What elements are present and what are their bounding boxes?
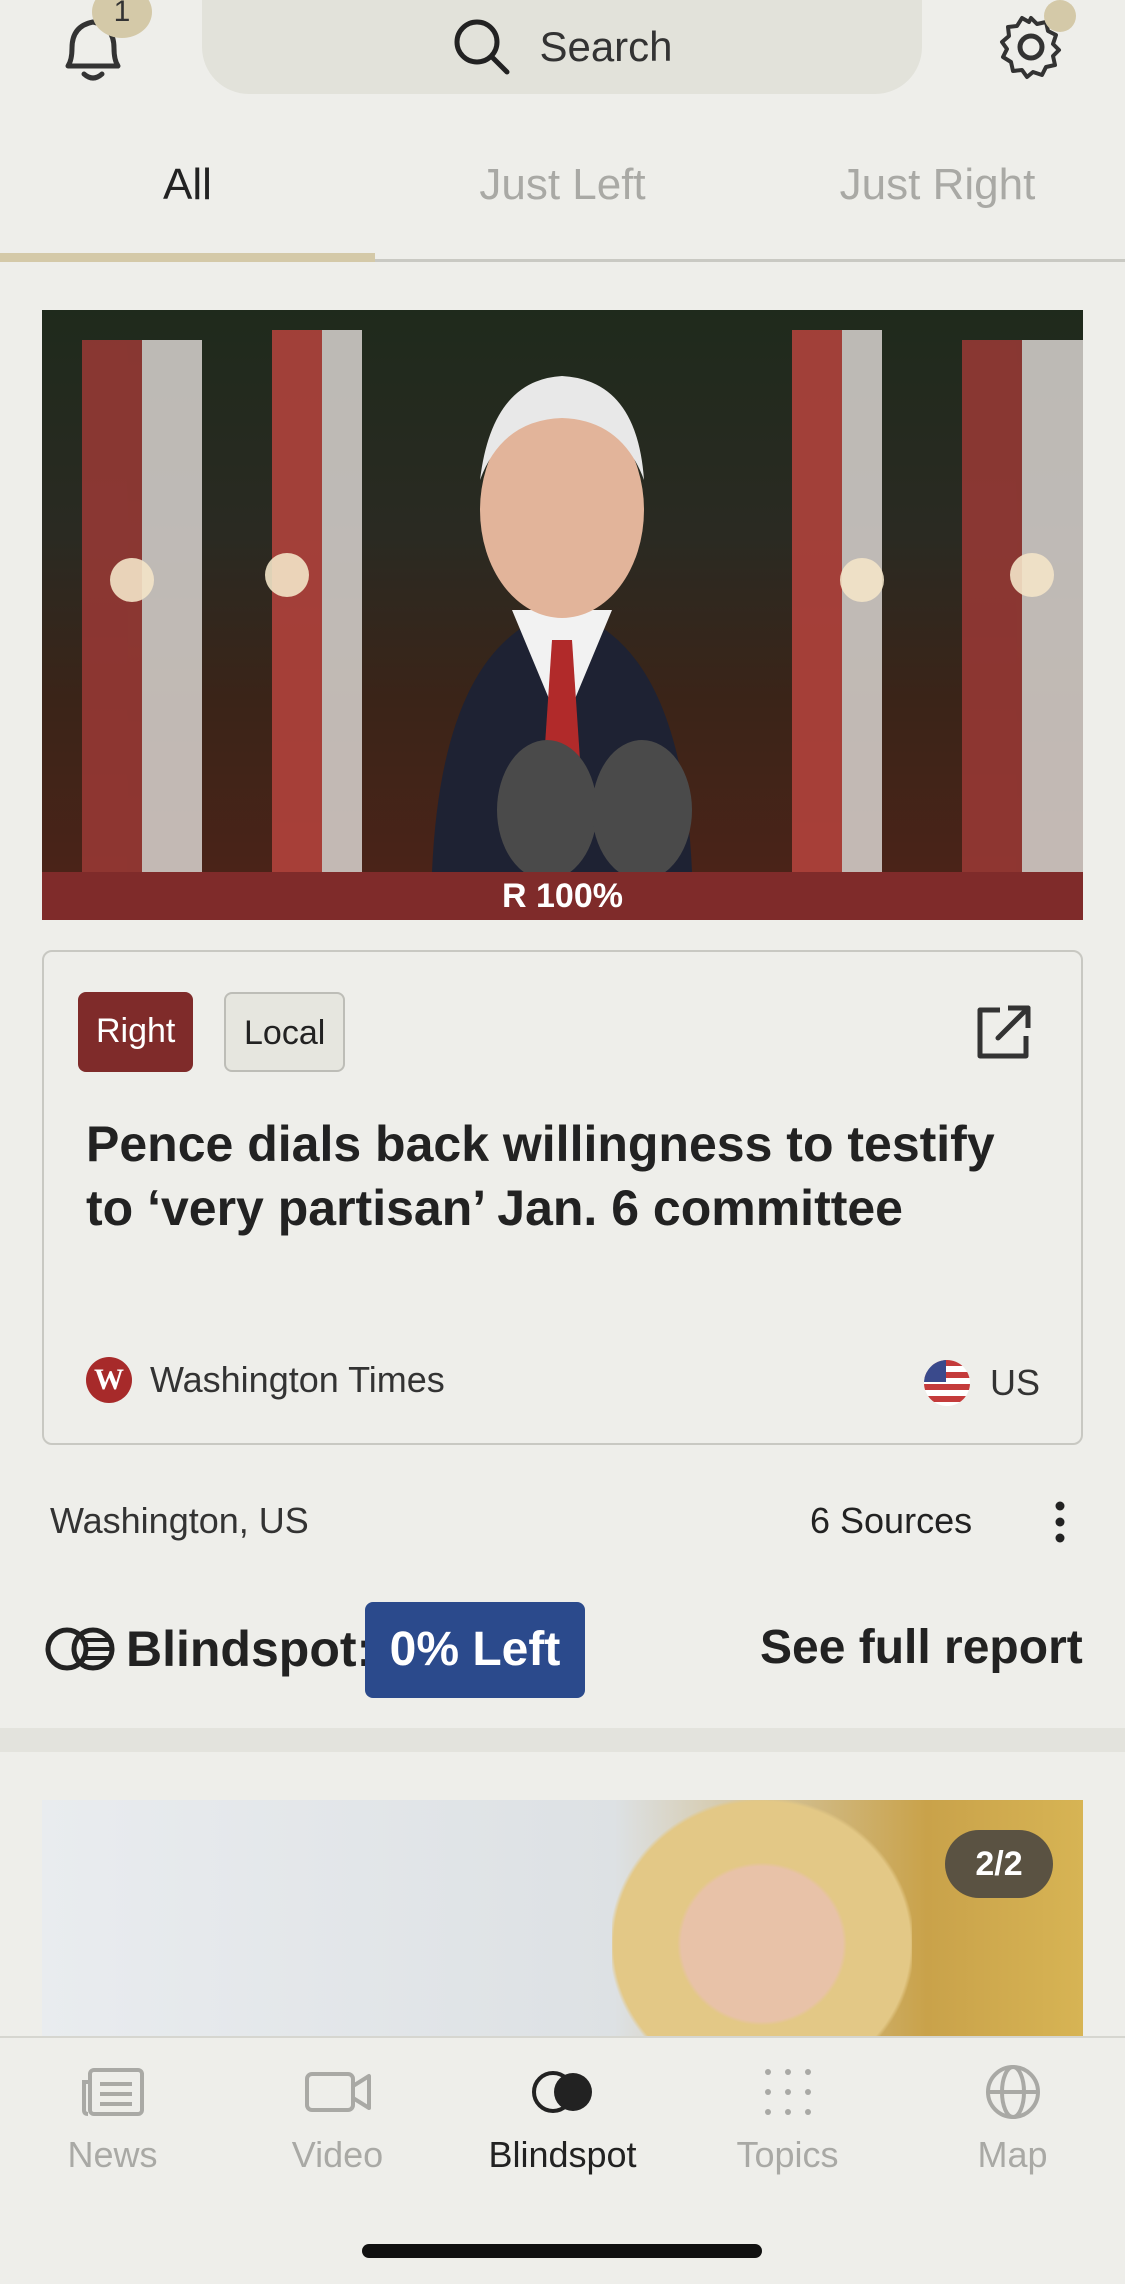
sources-count[interactable]: 6 Sources xyxy=(810,1500,972,1542)
section-divider xyxy=(0,1728,1125,1752)
settings-indicator-dot xyxy=(1044,0,1076,32)
home-indicator[interactable] xyxy=(362,2244,762,2258)
blindspot-icon xyxy=(531,2071,592,2113)
nav-blindspot[interactable]: Blindspot xyxy=(450,2062,675,2176)
nav-topics-label: Topics xyxy=(736,2134,839,2175)
blindspot-badge: 0% Left xyxy=(365,1602,585,1698)
story-photo-illustration xyxy=(82,330,1083,880)
topics-icon xyxy=(764,2069,811,2115)
nav-video-label: Video xyxy=(291,2134,384,2175)
source-logo: W xyxy=(86,1357,132,1403)
tab-just-left[interactable]: Just Left xyxy=(375,130,750,259)
story-headline[interactable]: Pence dials back willingness to testify … xyxy=(86,1112,1026,1240)
scope-tag: Local xyxy=(224,992,346,1072)
source: W Washington Times xyxy=(86,1357,445,1403)
country-name: US xyxy=(990,1362,1041,1403)
nav-topics[interactable]: Topics xyxy=(675,2062,900,2176)
news-icon xyxy=(81,2068,144,2116)
country: US xyxy=(924,1360,1040,1406)
nav-map-label: Map xyxy=(977,2134,1048,2175)
blindspot-icon xyxy=(44,1626,116,1672)
us-flag-icon xyxy=(924,1360,970,1406)
globe-icon xyxy=(985,2065,1040,2119)
blindspot-label: Blindspot: xyxy=(126,1621,374,1677)
external-link-icon xyxy=(977,1005,1031,1059)
tab-just-right[interactable]: Just Right xyxy=(750,130,1125,259)
bias-tag: Right xyxy=(78,992,194,1072)
nav-news[interactable]: News xyxy=(0,2062,225,2176)
nav-blindspot-label: Blindspot xyxy=(488,2134,637,2175)
search-label: Search xyxy=(539,23,673,70)
next-story-image[interactable]: 2/2 xyxy=(42,1800,1083,2040)
feed-tabs: All Just Left Just Right xyxy=(0,130,1125,262)
top-bar: 1 Search xyxy=(0,0,1125,100)
source-name: Washington Times xyxy=(150,1359,445,1400)
more-options-icon[interactable] xyxy=(1050,1500,1070,1544)
story-image[interactable]: R 100% xyxy=(42,310,1083,920)
open-external-icon[interactable] xyxy=(972,1002,1034,1064)
nav-map[interactable]: Map xyxy=(900,2062,1125,2176)
story-photo xyxy=(42,310,1083,880)
nav-video[interactable]: Video xyxy=(225,2062,450,2176)
kebab-menu-icon xyxy=(1055,1501,1065,1543)
story-card[interactable]: Right Local Pence dials back willingness… xyxy=(42,950,1083,1445)
tab-all[interactable]: All xyxy=(0,130,375,262)
bias-distribution-bar: R 100% xyxy=(42,872,1083,920)
image-count-badge: 2/2 xyxy=(945,1830,1053,1898)
story-location: Washington, US xyxy=(50,1500,309,1541)
search-icon xyxy=(454,19,510,75)
see-full-report-link[interactable]: See full report xyxy=(760,1620,1083,1675)
next-story-photo xyxy=(612,1800,912,2040)
search-bar[interactable]: Search xyxy=(202,0,922,94)
video-icon xyxy=(304,2072,371,2112)
nav-news-label: News xyxy=(67,2134,158,2175)
